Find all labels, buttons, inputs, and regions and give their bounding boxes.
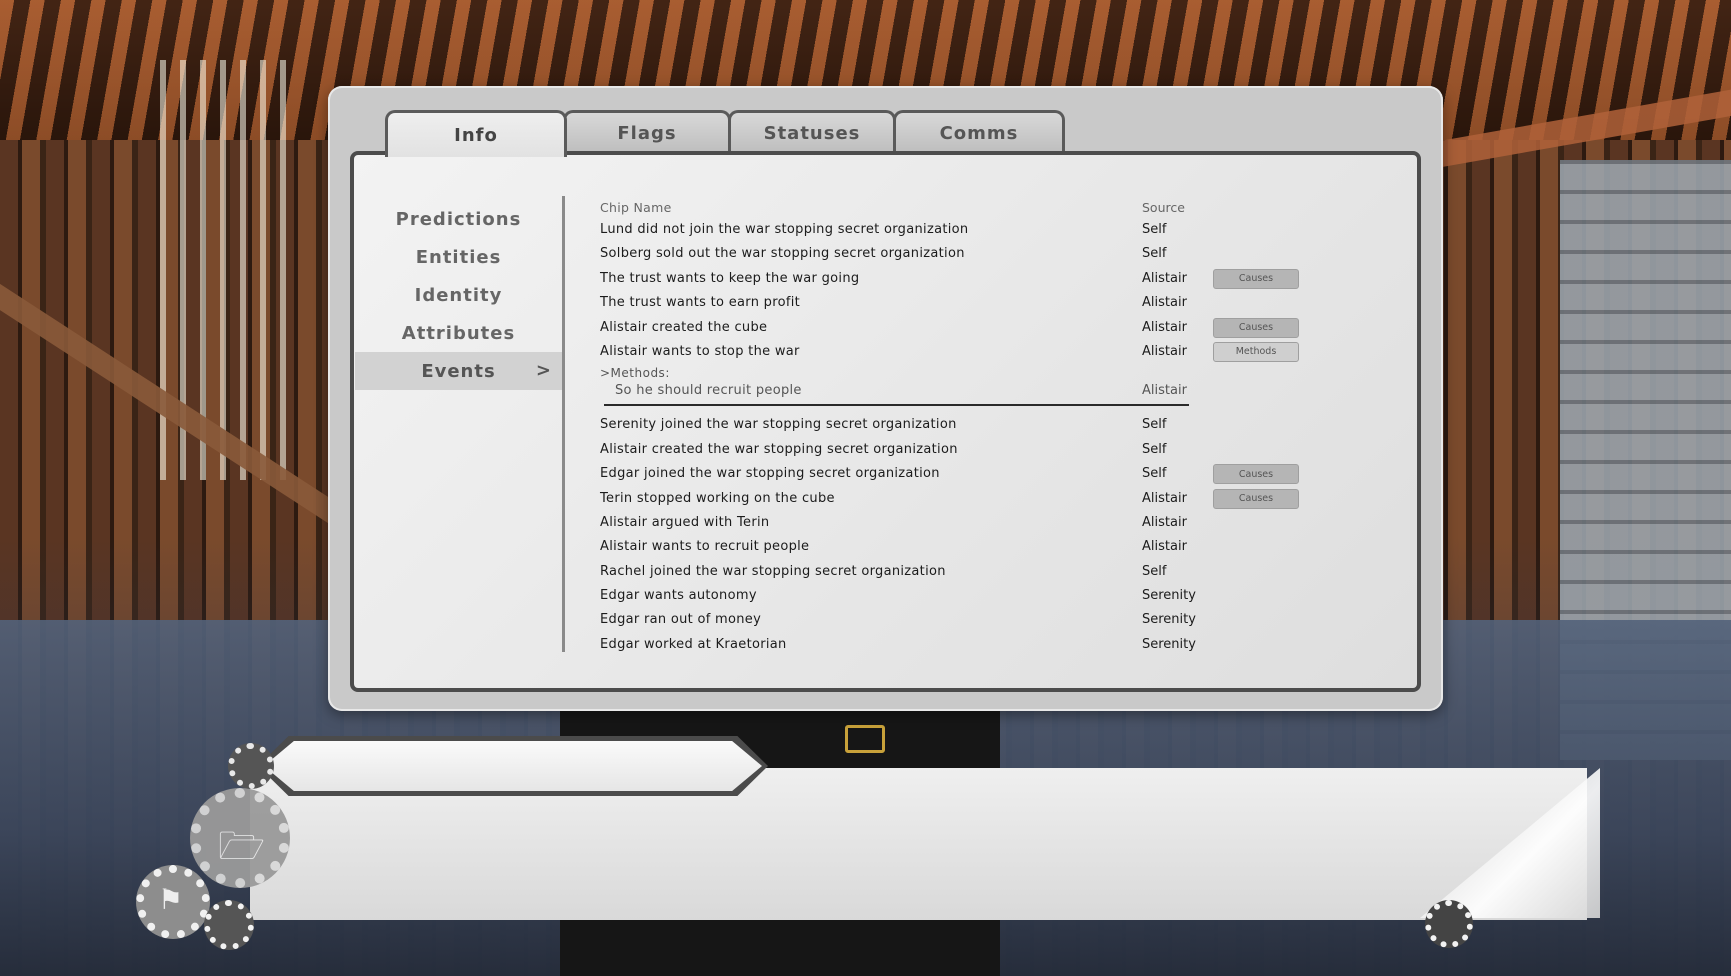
causes-button[interactable]: Causes (1213, 464, 1299, 485)
chip-source: Self (1142, 441, 1167, 457)
chip-name: Edgar ran out of money (600, 612, 762, 628)
chip-name: Alistair argued with Terin (600, 514, 770, 530)
chip-name: Alistair created the war stopping secret… (600, 441, 958, 457)
column-header-chip-name: Chip Name (600, 200, 672, 215)
name-plate[interactable] (264, 741, 762, 791)
sidebar-item-label: Entities (415, 246, 502, 268)
sidebar-item-predictions[interactable]: Predictions (355, 200, 562, 238)
methods-label: >Methods: (600, 364, 1320, 381)
chip-name: Edgar wants autonomy (600, 588, 757, 604)
table-row[interactable]: Serenity joined the war stopping secret … (600, 413, 1320, 437)
chip-name: Edgar joined the war stopping secret org… (600, 466, 940, 482)
table-row[interactable]: The trust wants to earn profit Alistair (600, 291, 1320, 315)
chip-name: Rachel joined the war stopping secret or… (600, 563, 946, 579)
chip-name: Alistair wants to stop the war (600, 343, 800, 359)
table-row[interactable]: Alistair argued with Terin Alistair (600, 511, 1320, 535)
sidebar-item-label: Predictions (395, 208, 522, 230)
chip-source: Alistair (1142, 539, 1187, 555)
causes-button[interactable]: Causes (1213, 317, 1299, 338)
table-row[interactable]: Edgar wants autonomy Serenity (600, 584, 1320, 608)
chip-source: Self (1142, 466, 1167, 482)
tab-flags[interactable]: Flags (563, 110, 731, 154)
info-sidebar: Predictions Entities Identity Attributes… (355, 200, 562, 390)
table-row[interactable]: Alistair created the war stopping secret… (600, 438, 1320, 462)
column-header-source: Source (1142, 200, 1185, 215)
chip-name: Edgar worked at Kraetorian (600, 636, 787, 652)
gear-icon (1425, 900, 1473, 948)
sidebar-item-label: Events (421, 360, 496, 382)
sidebar-item-identity[interactable]: Identity (355, 276, 562, 314)
sidebar-divider (562, 196, 565, 652)
chip-source: Alistair (1142, 490, 1187, 506)
character-badge (845, 725, 885, 753)
flag-icon: ⚑ (158, 883, 184, 916)
chip-name: Terin stopped working on the cube (600, 490, 835, 506)
chip-source: Self (1142, 563, 1167, 579)
tab-info[interactable]: Info (385, 110, 567, 157)
table-row[interactable]: Rachel joined the war stopping secret or… (600, 560, 1320, 584)
tab-comms[interactable]: Comms (893, 110, 1065, 154)
chip-name: Alistair created the cube (600, 319, 768, 335)
chip-source: Alistair (1142, 270, 1187, 286)
table-body: Serenity joined the war stopping secret … (600, 413, 1320, 657)
table-row[interactable]: Alistair wants to recruit people Alistair (600, 535, 1320, 559)
chip-source: Serenity (1142, 612, 1196, 628)
methods-list: So he should recruit people Alistair (600, 381, 1320, 403)
sidebar-item-events[interactable]: Events > (355, 352, 562, 390)
method-name: So he should recruit people (615, 383, 802, 399)
events-table: Chip Name Source Lund did not join the w… (600, 198, 1320, 657)
table-header: Chip Name Source (600, 198, 1320, 218)
sidebar-item-attributes[interactable]: Attributes (355, 314, 562, 352)
chip-source: Serenity (1142, 588, 1196, 604)
chevron-right-icon: > (535, 360, 552, 381)
methods-label-text: >Methods: (600, 366, 670, 381)
gear-icon (228, 743, 274, 789)
folder-button[interactable]: 🗁 (190, 788, 290, 888)
table-row[interactable]: Alistair wants to stop the war Alistair Me… (600, 340, 1320, 364)
table-row[interactable]: Edgar worked at Kraetorian Serenity (600, 633, 1320, 657)
chip-name: The trust wants to keep the war going (600, 270, 860, 286)
flag-button[interactable]: ⚑ (136, 865, 210, 939)
table-body: Lund did not join the war stopping secre… (600, 218, 1320, 364)
chip-source: Alistair (1142, 319, 1187, 335)
tab-statuses[interactable]: Statuses (728, 110, 896, 154)
chip-name: Serenity joined the war stopping secret … (600, 417, 957, 433)
gear-icon (204, 900, 254, 950)
chip-name: Alistair wants to recruit people (600, 539, 810, 555)
chip-source: Serenity (1142, 636, 1196, 652)
sidebar-item-label: Attributes (401, 322, 516, 344)
table-row[interactable]: Lund did not join the war stopping secre… (600, 218, 1320, 242)
chip-source: Self (1142, 246, 1167, 262)
causes-button[interactable]: Causes (1213, 268, 1299, 289)
chip-source: Self (1142, 222, 1167, 237)
method-row[interactable]: So he should recruit people Alistair (600, 381, 1320, 403)
chip-source: Alistair (1142, 514, 1187, 530)
chip-source: Alistair (1142, 343, 1187, 359)
table-row[interactable]: Terin stopped working on the cube Alistai… (600, 487, 1320, 511)
method-source: Alistair (1142, 383, 1187, 399)
chip-name: Solberg sold out the war stopping secret… (600, 246, 965, 262)
table-row[interactable]: The trust wants to keep the war going Ali… (600, 267, 1320, 291)
table-row[interactable]: Solberg sold out the war stopping secret… (600, 242, 1320, 266)
causes-button[interactable]: Causes (1213, 488, 1299, 509)
divider-line (604, 404, 1189, 407)
sidebar-item-label: Identity (414, 284, 503, 306)
table-row[interactable]: Alistair created the cube Alistair Causes (600, 316, 1320, 340)
table-row[interactable]: Edgar ran out of money Serenity (600, 608, 1320, 632)
methods-button[interactable]: Methods (1213, 341, 1299, 362)
chip-name: Lund did not join the war stopping secre… (600, 222, 969, 237)
chip-source: Self (1142, 417, 1167, 433)
folder-icon: 🗁 (218, 824, 266, 868)
sidebar-item-entities[interactable]: Entities (355, 238, 562, 276)
table-row[interactable]: Edgar joined the war stopping secret org… (600, 462, 1320, 486)
chip-source: Alistair (1142, 295, 1187, 311)
methods-divider (600, 403, 1320, 413)
chip-name: The trust wants to earn profit (600, 295, 801, 311)
